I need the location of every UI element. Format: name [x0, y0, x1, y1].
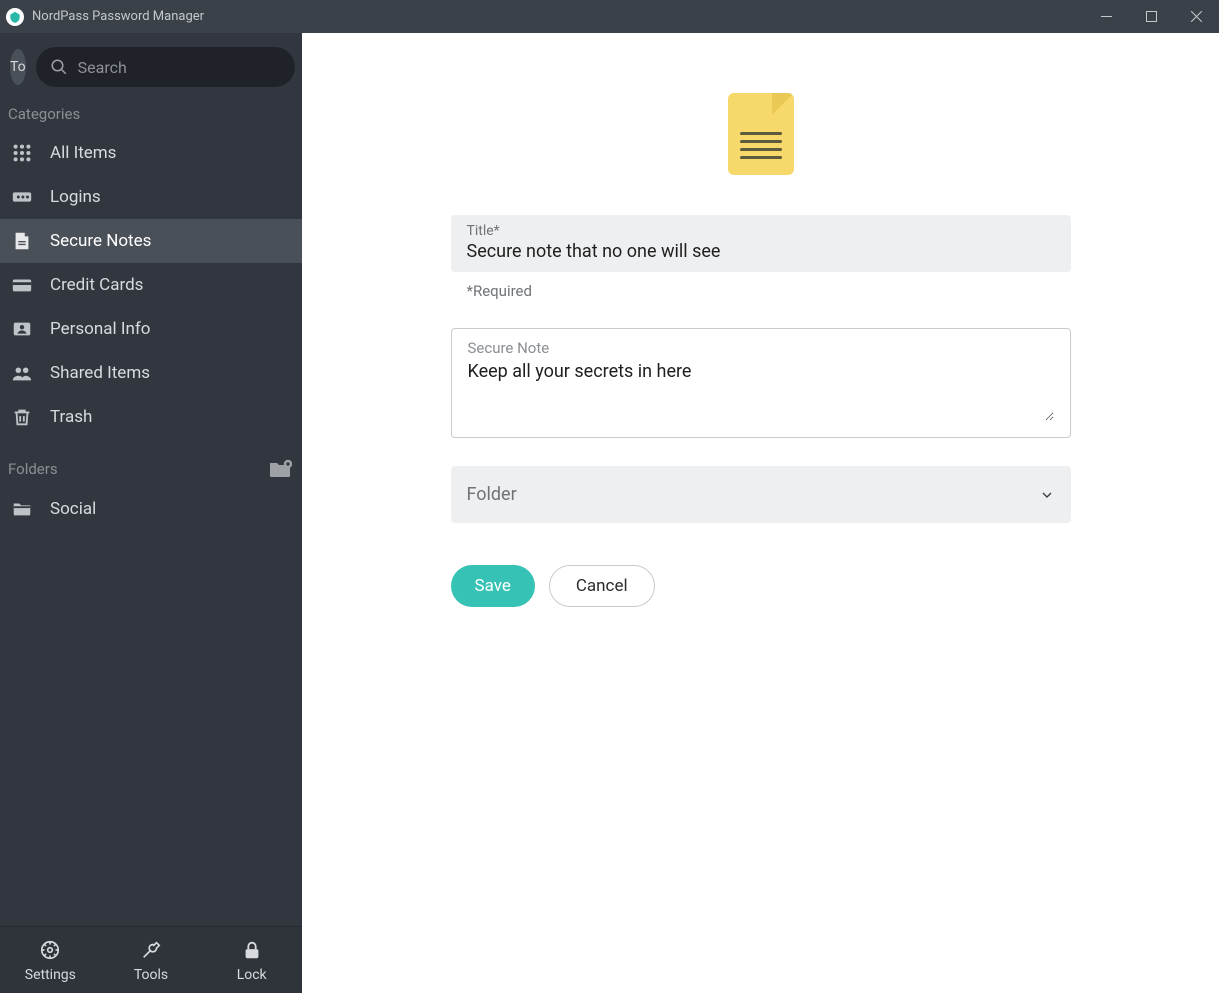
- lock-label: Lock: [237, 967, 267, 983]
- sidebar-item-all-items[interactable]: All Items: [0, 131, 302, 175]
- folder-item-social[interactable]: Social: [0, 487, 302, 531]
- categories-header: Categories: [0, 99, 302, 131]
- grid-icon: [10, 141, 34, 165]
- sidebar-item-trash[interactable]: Trash: [0, 395, 302, 439]
- people-icon: [10, 361, 34, 385]
- tools-label: Tools: [134, 967, 168, 983]
- card-icon: [10, 273, 34, 297]
- required-helper: *Required: [451, 282, 1071, 300]
- search-icon: [50, 58, 68, 76]
- sidebar-item-label: Shared Items: [50, 363, 150, 383]
- sidebar-item-logins[interactable]: Logins: [0, 175, 302, 219]
- sidebar-item-secure-notes[interactable]: Secure Notes: [0, 219, 302, 263]
- main-content: Title* *Required Secure Note Folder Save…: [302, 33, 1219, 993]
- secure-note-label: Secure Note: [468, 339, 1054, 357]
- folder-select-label: Folder: [467, 484, 517, 505]
- settings-label: Settings: [25, 967, 76, 983]
- title-field[interactable]: Title*: [451, 215, 1071, 272]
- settings-button[interactable]: Settings: [0, 927, 101, 993]
- window-title: NordPass Password Manager: [32, 9, 204, 24]
- add-folder-button[interactable]: [268, 459, 292, 479]
- sidebar-item-label: Credit Cards: [50, 275, 143, 295]
- window-titlebar: NordPass Password Manager: [0, 0, 1219, 33]
- window-maximize-button[interactable]: [1129, 0, 1174, 33]
- window-close-button[interactable]: [1174, 0, 1219, 33]
- sidebar-item-personal-info[interactable]: Personal Info: [0, 307, 302, 351]
- window-minimize-button[interactable]: [1084, 0, 1129, 33]
- sidebar-item-credit-cards[interactable]: Credit Cards: [0, 263, 302, 307]
- title-input[interactable]: [467, 241, 1055, 262]
- cancel-button[interactable]: Cancel: [549, 565, 655, 607]
- secure-note-field[interactable]: Secure Note: [451, 328, 1071, 438]
- save-button[interactable]: Save: [451, 565, 535, 607]
- sidebar-item-label: All Items: [50, 143, 116, 163]
- avatar[interactable]: To: [10, 49, 26, 85]
- wrench-icon: [140, 939, 162, 961]
- folders-header: Folders: [0, 453, 302, 487]
- search-input[interactable]: [78, 58, 281, 77]
- folder-item-label: Social: [50, 499, 96, 519]
- sidebar: To Categories All Items Logins: [0, 33, 302, 993]
- chevron-down-icon: [1039, 487, 1055, 503]
- password-icon: [10, 185, 34, 209]
- sidebar-item-label: Personal Info: [50, 319, 150, 339]
- sidebar-item-label: Secure Notes: [50, 231, 151, 251]
- app-icon: [6, 8, 24, 26]
- sidebar-item-label: Trash: [50, 407, 92, 427]
- folder-icon: [10, 497, 34, 521]
- sidebar-item-shared-items[interactable]: Shared Items: [0, 351, 302, 395]
- tools-button[interactable]: Tools: [101, 927, 202, 993]
- folder-select[interactable]: Folder: [451, 466, 1071, 523]
- trash-icon: [10, 405, 34, 429]
- person-card-icon: [10, 317, 34, 341]
- search-field[interactable]: [36, 47, 295, 87]
- secure-note-textarea[interactable]: [468, 361, 1054, 421]
- sidebar-item-label: Logins: [50, 187, 101, 207]
- title-label: Title*: [467, 223, 1055, 239]
- gear-icon: [39, 939, 61, 961]
- note-illustration: [451, 93, 1071, 175]
- lock-icon: [241, 939, 263, 961]
- lock-button[interactable]: Lock: [201, 927, 302, 993]
- note-icon: [10, 229, 34, 253]
